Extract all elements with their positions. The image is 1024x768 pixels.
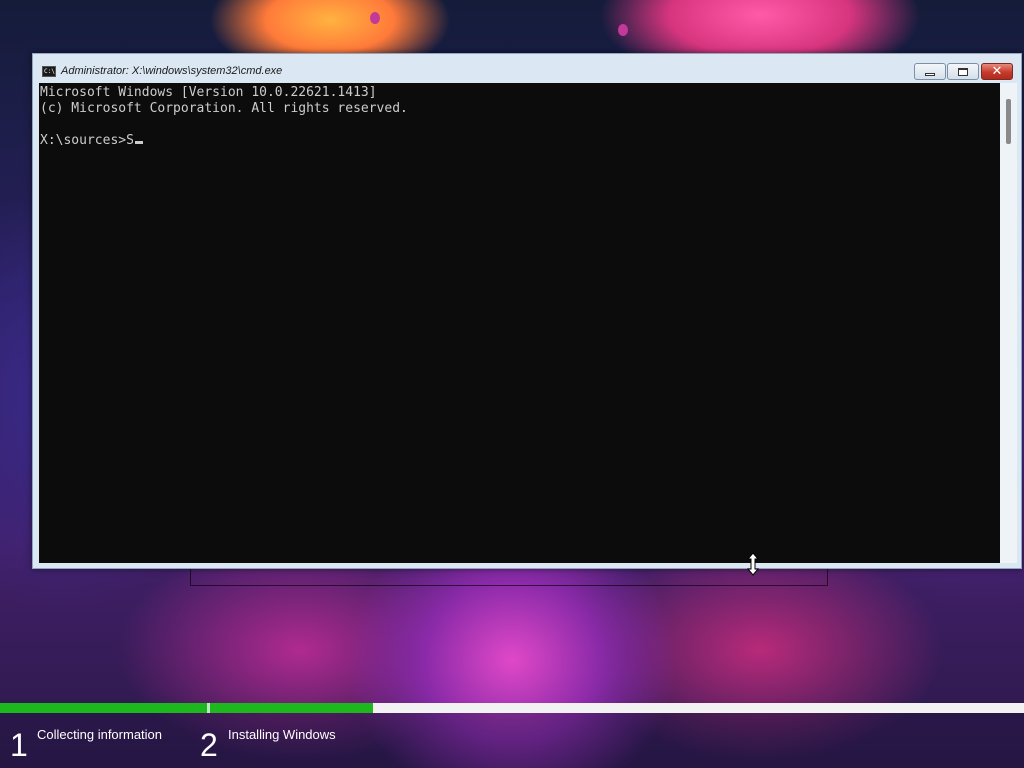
minimize-button[interactable]	[914, 63, 946, 80]
progress-segment-installing	[210, 703, 373, 713]
wallpaper-accent	[618, 24, 628, 36]
minimize-icon	[925, 72, 935, 76]
console-prompt-line[interactable]: X:\sources>S	[40, 133, 143, 149]
step-1-label: Collecting information	[37, 727, 163, 742]
close-icon: ✕	[991, 64, 1003, 79]
window-title: Administrator: X:\windows\system32\cmd.e…	[61, 65, 283, 77]
scrollbar-thumb[interactable]	[1006, 99, 1011, 144]
step-2-number: 2	[200, 727, 218, 763]
maximize-icon	[958, 67, 968, 76]
text-cursor	[134, 141, 143, 144]
background-window-edge	[190, 569, 828, 586]
step-1-number: 1	[10, 727, 28, 763]
resize-vertical-cursor-icon	[746, 552, 760, 576]
maximize-button[interactable]	[947, 63, 979, 80]
console-line: (c) Microsoft Corporation. All rights re…	[40, 101, 408, 116]
close-button[interactable]: ✕	[981, 63, 1013, 80]
console-line: Microsoft Windows [Version 10.0.22621.14…	[40, 85, 377, 100]
cmd-icon[interactable]: C:\	[42, 66, 56, 77]
vertical-scrollbar[interactable]	[1000, 83, 1017, 563]
step-2-label: Installing Windows	[228, 727, 336, 742]
title-bar[interactable]: C:\ Administrator: X:\windows\system32\c…	[33, 54, 1021, 84]
progress-segment-collecting	[0, 703, 207, 713]
wallpaper-accent	[370, 12, 380, 24]
console-output[interactable]: Microsoft Windows [Version 10.0.22621.14…	[39, 83, 1000, 563]
console-prompt: X:\sources>S	[40, 133, 134, 148]
cmd-window[interactable]: C:\ Administrator: X:\windows\system32\c…	[32, 53, 1022, 569]
